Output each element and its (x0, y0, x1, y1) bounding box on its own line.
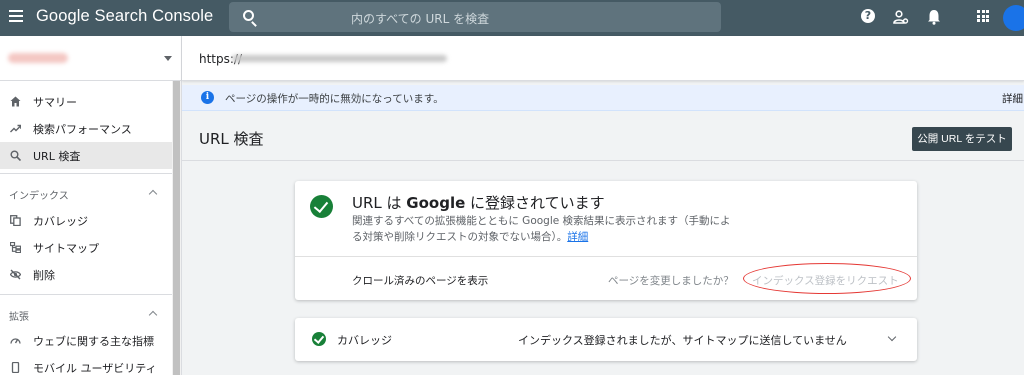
home-icon (10, 96, 21, 107)
search-icon (243, 10, 254, 21)
coverage-card[interactable]: カバレッジ インデックス登録されましたが、サイトマップに送信していません (295, 318, 917, 361)
inspected-url-bar[interactable]: https:// (182, 36, 1024, 81)
sidebar-divider (0, 294, 172, 295)
app-title-product: Search Console (94, 7, 214, 25)
view-crawled-page-link[interactable]: クロール済みのページを表示 (352, 273, 488, 288)
dropdown-caret-icon (164, 56, 172, 61)
result-title-prefix: URL は (352, 194, 407, 212)
scrollbar-thumb[interactable] (173, 81, 180, 375)
annotation-highlight-ellipse (743, 263, 911, 294)
result-description: 関連するすべての拡張機能とともに Google 検索結果に表示されます（手動によ… (352, 213, 752, 245)
sidebar-item-core-web-vitals[interactable]: ウェブに関する主な指標 (0, 327, 172, 354)
menu-icon[interactable] (9, 10, 23, 23)
sidebar-item-performance[interactable]: 検索パフォーマンス (0, 115, 172, 142)
property-selector[interactable] (0, 36, 181, 81)
page-changed-question: ページを変更しましたか？ (608, 275, 734, 287)
sidebar-item-url-inspection[interactable]: URL 検査 (0, 142, 172, 169)
sidebar-item-sitemaps[interactable]: サイトマップ (0, 234, 172, 261)
top-app-bar: Google Search Console 内のすべての URL を検査 ? (0, 0, 1024, 36)
check-circle-icon (310, 195, 333, 218)
property-name-redacted (8, 53, 68, 63)
sidebar-item-removals[interactable]: 削除 (0, 261, 172, 288)
sidebar-item-label: 検索パフォーマンス (33, 123, 132, 136)
sitemap-icon (10, 242, 21, 253)
result-title: URL は Google に登録されています (352, 192, 605, 213)
visibility-off-icon (10, 269, 21, 280)
banner-text: ページの操作が一時的に無効になっています。 (225, 93, 444, 105)
speed-icon (10, 338, 21, 344)
manage-users-icon[interactable] (893, 9, 909, 25)
sidebar-item-label: サイトマップ (33, 242, 99, 255)
chevron-down-icon[interactable] (887, 332, 897, 342)
sidebar: サマリー 検索パフォーマンス URL 検査 インデックス カバレッジ サイトマッ… (0, 36, 182, 375)
sidebar-section-index[interactable]: インデックス (9, 187, 69, 202)
sidebar-item-label: ウェブに関する主な指標 (33, 335, 154, 348)
sidebar-item-label: URL 検査 (33, 150, 81, 163)
info-icon: i (201, 91, 214, 104)
chevron-up-icon[interactable] (148, 189, 158, 199)
result-details-link[interactable]: 詳細 (567, 231, 588, 243)
sidebar-scrollbar[interactable] (172, 81, 181, 375)
sidebar-item-label: サマリー (33, 96, 77, 109)
page-title: URL 検査 (199, 130, 264, 148)
heading-divider (182, 160, 1024, 161)
chevron-up-icon[interactable] (148, 310, 158, 320)
app-title-brand: Google (36, 7, 90, 25)
search-input[interactable]: 内のすべての URL を検査 (229, 2, 721, 32)
search-placeholder: 内のすべての URL を検査 (351, 12, 490, 26)
trending-up-icon (10, 124, 21, 133)
result-desc-line2: る対策や削除リクエストの対象でない場合）。 (352, 231, 568, 243)
result-title-suffix: に登録されています (465, 194, 605, 212)
coverage-label: カバレッジ (337, 334, 392, 347)
url-redacted (232, 55, 447, 62)
search-icon (10, 150, 21, 161)
check-circle-icon (312, 332, 326, 346)
sidebar-item-summary[interactable]: サマリー (0, 88, 172, 115)
sidebar-item-label: モバイル ユーザビリティ (33, 362, 157, 375)
card-divider (295, 256, 917, 257)
result-title-brand: Google (406, 194, 466, 212)
file-copy-icon (10, 215, 21, 226)
notifications-icon[interactable] (927, 9, 941, 25)
coverage-status: インデックス登録されましたが、サイトマップに送信していません (518, 334, 847, 347)
sidebar-item-label: 削除 (33, 269, 55, 282)
test-live-url-button[interactable]: 公開 URL をテスト (912, 127, 1012, 151)
sidebar-divider (0, 173, 172, 174)
sidebar-item-coverage[interactable]: カバレッジ (0, 207, 172, 234)
app-title[interactable]: Google Search Console (36, 7, 213, 26)
apps-grid-icon[interactable] (977, 10, 989, 22)
info-banner: i ページの操作が一時的に無効になっています。 詳細 (182, 85, 1024, 111)
account-avatar[interactable] (1003, 5, 1024, 31)
sidebar-item-mobile-usability[interactable]: モバイル ユーザビリティ (0, 354, 172, 375)
sidebar-section-enhancements[interactable]: 拡張 (9, 308, 29, 323)
help-icon[interactable]: ? (861, 9, 875, 23)
smartphone-icon (11, 362, 20, 373)
sidebar-item-label: カバレッジ (33, 215, 88, 228)
banner-details-link[interactable]: 詳細 (1002, 91, 1023, 106)
result-desc-line1: 関連するすべての拡張機能とともに Google 検索結果に表示されます（手動によ (352, 215, 731, 227)
